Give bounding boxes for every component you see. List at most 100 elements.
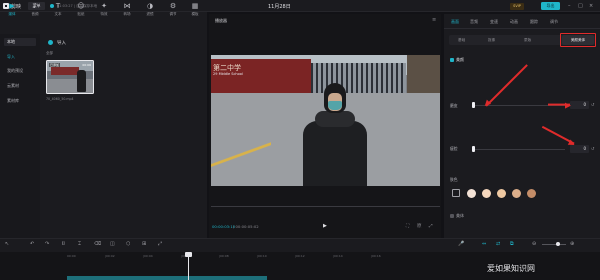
beauty-label: 美颜: [456, 57, 464, 62]
media-icon: ▶: [9, 2, 15, 10]
zoom-in-icon[interactable]: ⊕: [570, 241, 574, 247]
crop-icon[interactable]: ⤢: [158, 241, 162, 247]
player-title: 播放器: [215, 18, 227, 23]
import-icon[interactable]: [48, 40, 53, 45]
vip-badge[interactable]: SVIP: [510, 2, 524, 10]
minimize-icon[interactable]: –: [568, 3, 571, 9]
nav-library[interactable]: 素材库: [4, 97, 36, 105]
skin-swatch-1[interactable]: [467, 189, 476, 198]
tab-adjust[interactable]: 调节: [550, 19, 558, 25]
nav-cloud[interactable]: 云素材: [4, 82, 36, 90]
tool-filter[interactable]: ◑ 滤镜: [142, 2, 158, 20]
tab-animation[interactable]: 动画: [510, 19, 518, 25]
player-scrubber[interactable]: [211, 206, 440, 207]
body-checkbox[interactable]: [450, 214, 454, 218]
video-preview[interactable]: 第二中学 29 Middle School: [211, 55, 440, 186]
zoom-out-icon[interactable]: ⊖: [532, 241, 536, 247]
playhead[interactable]: [188, 252, 189, 280]
export-button[interactable]: 导出: [541, 2, 560, 10]
tool-media[interactable]: ▶ 媒体: [4, 2, 20, 20]
linkage-icon[interactable]: ⧉: [510, 241, 514, 247]
smooth-slider-knob[interactable]: [472, 102, 475, 108]
skin-none-icon[interactable]: [452, 189, 460, 197]
select-tool-icon[interactable]: ↖: [5, 241, 9, 247]
subtab-mask[interactable]: 蒙版: [524, 38, 531, 43]
tab-picture[interactable]: 画面: [451, 19, 459, 25]
skin-swatch-3[interactable]: [497, 189, 506, 198]
tool-label: 特效: [100, 12, 108, 16]
clip-duration: 00:06: [82, 63, 91, 67]
main-track-magnet-icon[interactable]: ⇔: [482, 241, 486, 247]
thin-face-slider-knob[interactable]: [472, 146, 475, 152]
properties-panel: [444, 14, 600, 238]
beauty-checkbox[interactable]: [450, 58, 454, 62]
smooth-reset-icon[interactable]: ↺: [591, 102, 594, 107]
tab-speed[interactable]: 变速: [490, 19, 498, 25]
tool-transition[interactable]: ⋈ 转场: [119, 2, 135, 20]
tool-adjust[interactable]: ⚙ 调节: [165, 2, 181, 20]
auto-snap-icon[interactable]: ⇄: [496, 241, 500, 247]
mirror-icon[interactable]: ⬡: [126, 241, 130, 247]
skin-swatch-5[interactable]: [527, 189, 536, 198]
skin-swatch-2[interactable]: [482, 189, 491, 198]
thin-face-label: 瘦脸: [450, 146, 458, 151]
media-clip-thumbnail[interactable]: 已添加 00:06: [46, 60, 94, 94]
freeze-icon[interactable]: ◫: [110, 241, 115, 247]
timecode-total: / 00:00:05:02: [233, 224, 259, 229]
subtab-basic[interactable]: 基础: [458, 38, 465, 43]
ratio-button[interactable]: 原: [417, 223, 422, 229]
ruler-tick: |00:14: [333, 254, 343, 258]
template-icon: ▦: [191, 2, 199, 10]
added-badge: 已添加: [49, 63, 61, 67]
play-icon[interactable]: ▶: [323, 223, 327, 229]
maximize-icon[interactable]: □: [578, 3, 583, 9]
annotation-arrow-2: [548, 104, 570, 106]
skin-swatch-4[interactable]: [512, 189, 521, 198]
split-icon[interactable]: ⌷: [62, 241, 65, 247]
player-menu-icon[interactable]: ≡: [432, 17, 436, 23]
zoom-slider-knob[interactable]: [556, 242, 560, 246]
subtab-cutout[interactable]: 抠像: [488, 38, 495, 43]
video-track-clip[interactable]: [67, 276, 267, 280]
tool-label: 贴纸: [77, 12, 85, 16]
adjust-icon: ⚙: [169, 2, 177, 10]
rotate-icon[interactable]: ⊞: [142, 241, 146, 247]
expand-icon[interactable]: ⤢: [429, 223, 433, 229]
tool-text[interactable]: T 文本: [50, 2, 66, 20]
thin-face-slider[interactable]: [473, 149, 565, 150]
nav-my-presets[interactable]: 我的预设: [4, 67, 36, 75]
nav-local[interactable]: 本地: [4, 38, 36, 46]
smooth-value[interactable]: 0: [570, 101, 589, 109]
ruler-tick: 00:00: [67, 254, 76, 258]
thin-face-reset-icon[interactable]: ↺: [591, 146, 594, 151]
document-title: 11月28日: [268, 4, 291, 10]
tab-audio[interactable]: 音频: [470, 19, 478, 25]
tool-effects[interactable]: ✦ 特效: [96, 2, 112, 20]
close-icon[interactable]: ×: [589, 3, 593, 9]
video-person-collar: [315, 111, 355, 127]
tool-sticker[interactable]: ☺ 贴纸: [73, 2, 89, 20]
tab-divider: [444, 28, 600, 29]
split-left-icon[interactable]: ⌶: [78, 241, 81, 247]
effects-icon: ✦: [101, 2, 107, 10]
tool-audio[interactable]: ♪ 音频: [27, 2, 43, 20]
annotation-highlight-box: [560, 33, 596, 47]
filter-all-label[interactable]: 全部: [46, 51, 53, 56]
ruler-tick: |00:04: [143, 254, 153, 258]
transition-icon: ⋈: [123, 2, 131, 10]
undo-icon[interactable]: ↶: [30, 241, 34, 247]
redo-icon[interactable]: ↷: [45, 241, 49, 247]
nav-import[interactable]: 导入: [4, 53, 36, 61]
body-label: 美体: [456, 213, 464, 218]
tool-label: 文本: [54, 12, 62, 16]
zoom-slider[interactable]: [542, 244, 566, 245]
text-icon: T: [55, 2, 61, 10]
fullscreen-icon[interactable]: ⛶: [406, 223, 409, 229]
tab-tracking[interactable]: 跟踪: [530, 19, 538, 25]
tool-template[interactable]: ▦ 模板: [187, 2, 203, 20]
delete-icon[interactable]: ⌫: [94, 241, 101, 247]
import-label[interactable]: 导入: [57, 40, 66, 46]
smooth-label: 磨皮: [450, 103, 458, 108]
record-audio-icon[interactable]: 🎤: [458, 241, 464, 247]
timecode-current: 00:00:03:15: [212, 224, 236, 229]
